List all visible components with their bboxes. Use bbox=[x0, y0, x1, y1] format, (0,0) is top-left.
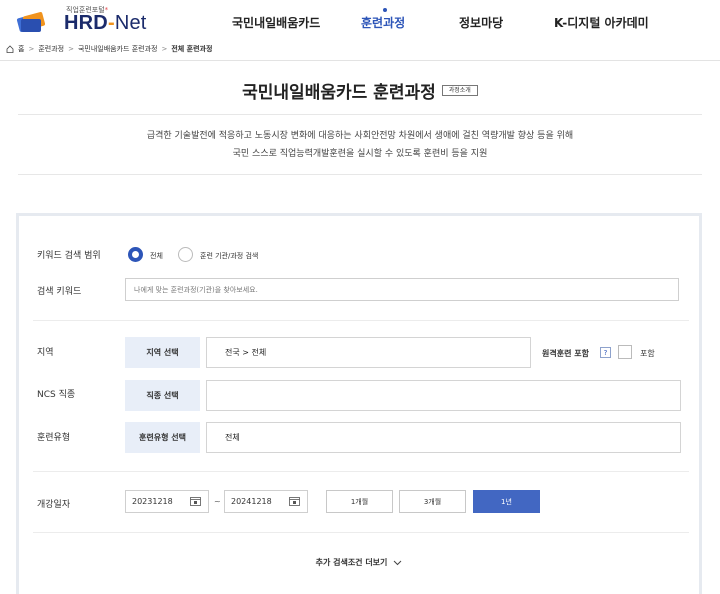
more-search-options-label: 추가 검색조건 더보기 bbox=[315, 558, 388, 567]
divider bbox=[18, 114, 702, 115]
chevron-right-icon: > bbox=[161, 45, 168, 53]
region-select-button[interactable]: 지역 선택 bbox=[125, 337, 200, 368]
nav-item-info[interactable]: 정보마당 bbox=[459, 14, 503, 31]
date-range-separator: ~ bbox=[214, 497, 221, 506]
calendar-icon[interactable] bbox=[190, 496, 201, 506]
start-date-label: 개강일자 bbox=[37, 500, 71, 510]
help-icon[interactable]: ? bbox=[600, 347, 611, 358]
remote-include-label[interactable]: 포함 bbox=[640, 348, 655, 359]
divider bbox=[18, 174, 702, 175]
site-header: 직업훈련포털* HRD-Net 국민내일배움카드 훈련과정 정보마당 K-디지털… bbox=[0, 0, 720, 40]
training-type-value[interactable]: 전체 bbox=[206, 422, 681, 453]
divider bbox=[0, 60, 720, 61]
breadcrumb-item[interactable]: 훈련과정 bbox=[38, 44, 64, 54]
breadcrumb: 홈 > 훈련과정 > 국민내일배움카드 훈련과정 > 전체 훈련과정 bbox=[6, 43, 212, 55]
page-description-line1: 급격한 기술발전에 적응하고 노동시장 변화에 대응하는 사회안전망 차원에서 … bbox=[146, 131, 574, 141]
keyword-label: 검색 키워드 bbox=[37, 287, 82, 297]
nav-item-training-course[interactable]: 훈련과정 bbox=[361, 14, 405, 31]
ncs-select-button[interactable]: 직종 선택 bbox=[125, 380, 200, 411]
period-1month-button[interactable]: 1개월 bbox=[326, 490, 393, 513]
scope-label: 키워드 검색 범위 bbox=[37, 251, 101, 261]
divider bbox=[33, 532, 689, 533]
page-title: 국민내일배움카드 훈련과정 bbox=[242, 83, 436, 103]
region-value[interactable]: 전국 > 전체 bbox=[206, 337, 531, 368]
region-label: 지역 bbox=[37, 348, 54, 358]
main-navigation: 국민내일배움카드 훈련과정 정보마당 K-디지털 아카데미 bbox=[0, 8, 720, 34]
period-1year-button[interactable]: 1년 bbox=[473, 490, 540, 513]
scope-radio-institution-label[interactable]: 훈련 기관/과정 검색 bbox=[200, 251, 258, 261]
divider bbox=[33, 471, 689, 472]
nav-item-k-digital[interactable]: K-디지털 아카데미 bbox=[554, 14, 649, 31]
period-3month-button[interactable]: 3개월 bbox=[399, 490, 466, 513]
chevron-right-icon: > bbox=[28, 45, 35, 53]
breadcrumb-current: 전체 훈련과정 bbox=[171, 45, 213, 53]
ncs-label: NCS 직종 bbox=[37, 390, 76, 400]
remote-include-checkbox[interactable] bbox=[618, 345, 632, 359]
more-search-options-button[interactable]: 추가 검색조건 더보기 bbox=[19, 557, 699, 568]
page-title-area: 국민내일배움카드 훈련과정 과정소개 bbox=[0, 78, 720, 103]
active-nav-indicator bbox=[383, 8, 387, 12]
page-description-line2: 국민 스스로 직업능력개발훈련을 실시할 수 있도록 훈련비 등을 지원 bbox=[232, 149, 488, 159]
nav-item-national-card[interactable]: 국민내일배움카드 bbox=[232, 14, 320, 31]
divider bbox=[33, 320, 689, 321]
search-panel: 키워드 검색 범위 전체 훈련 기관/과정 검색 검색 키워드 나에게 맞는 훈… bbox=[16, 213, 702, 594]
chevron-right-icon: > bbox=[68, 45, 74, 53]
scope-radio-institution[interactable] bbox=[178, 247, 193, 262]
training-type-label: 훈련유형 bbox=[37, 433, 71, 443]
ncs-value[interactable] bbox=[206, 380, 681, 411]
breadcrumb-home[interactable]: 홈 bbox=[18, 44, 24, 54]
calendar-icon[interactable] bbox=[289, 496, 300, 506]
keyword-input[interactable]: 나에게 맞는 훈련과정(기관)을 찾아보세요. bbox=[125, 278, 679, 301]
scope-radio-all-label[interactable]: 전체 bbox=[150, 251, 163, 261]
scope-radio-all[interactable] bbox=[128, 247, 143, 262]
chevron-down-icon bbox=[394, 560, 402, 565]
home-icon bbox=[6, 45, 14, 53]
remote-training-label: 원격훈련 포함 bbox=[542, 349, 589, 358]
course-intro-button[interactable]: 과정소개 bbox=[441, 85, 478, 96]
training-type-select-button[interactable]: 훈련유형 선택 bbox=[125, 422, 200, 453]
breadcrumb-item[interactable]: 국민내일배움카드 훈련과정 bbox=[78, 44, 158, 54]
